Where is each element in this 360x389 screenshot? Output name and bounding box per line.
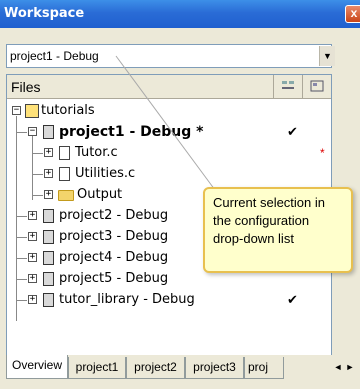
expand-icon[interactable]: + [28,232,37,241]
tab-label: project3 [193,360,236,374]
tree-row-workspace[interactable]: − tutorials [7,101,327,121]
build-status-icon [281,81,294,89]
tree-row-tutor-library[interactable]: + tutor_library - Debug ✔ [7,290,327,310]
callout-text: Current selection in the configuration d… [213,195,325,246]
file-icon [59,146,70,160]
project-icon [43,209,54,223]
window-title: Workspace [4,6,85,21]
tree-connector [17,258,27,259]
tree-connector [33,153,43,154]
configuration-dropdown-value: project1 - Debug [10,49,99,63]
tab-scroll-buttons: ◄ ► [332,359,358,377]
tree-connector [17,300,27,301]
window-titlebar: Workspace x [0,0,360,28]
tree-connector [17,279,27,280]
tree-row-label: project2 - Debug [59,208,169,223]
tree-row-project1[interactable]: − project1 - Debug * ✔ [7,122,327,142]
scroll-left-icon[interactable]: ◄ [332,359,344,376]
collapse-icon[interactable]: − [28,127,37,136]
project-icon [43,230,54,244]
tree-row-label: tutor_library - Debug [59,292,195,307]
tab-project4-partial[interactable]: proj [244,357,284,379]
tree-connector [17,132,27,133]
tree-connector [33,195,43,196]
options-icon [310,80,324,92]
close-button[interactable]: x [345,5,360,23]
configuration-dropdown[interactable]: project1 - Debug ▼ [6,44,335,68]
tab-project3[interactable]: project3 [185,357,244,379]
tab-label: project2 [134,360,177,374]
file-icon [59,167,70,181]
tab-label: project1 [75,360,119,374]
callout-tooltip: Current selection in the configuration d… [203,187,353,273]
tree-row-label: tutorials [41,103,95,118]
tab-project1[interactable]: project1 [68,357,126,379]
collapse-icon[interactable]: − [12,106,21,115]
tree-row-label: Utilities.c [75,166,136,181]
tab-label: Overview [11,358,62,372]
files-column-header[interactable]: Files [11,79,41,95]
tab-bar: Overview project1 project2 project3 proj… [0,355,360,389]
tree-connector [33,174,43,175]
dropdown-arrow-button[interactable]: ▼ [319,46,335,66]
tab-overview[interactable]: Overview [6,355,68,379]
tree-row-label: project1 - Debug * [59,124,204,140]
expand-icon[interactable]: + [28,253,37,262]
modified-indicator: * [320,146,325,160]
tree-connector [17,237,27,238]
expand-icon[interactable]: + [44,169,53,178]
tree-row-label: Output [77,187,123,202]
check-icon: ✔ [287,292,298,307]
project-icon [43,272,54,286]
tree-row-label: Tutor.c [75,145,118,160]
tree-row-label: project3 - Debug [59,229,169,244]
active-check-icon: ✔ [287,124,298,139]
project-icon [43,251,54,265]
scroll-right-icon[interactable]: ► [344,359,356,376]
expand-icon[interactable]: + [28,274,37,283]
tree-header: Files [7,75,331,99]
tree-row-utilities-c[interactable]: + Utilities.c [7,164,327,184]
expand-icon[interactable]: + [28,295,37,304]
tree-row-label: project5 - Debug [59,271,169,286]
project-icon [43,293,54,307]
tab-project2[interactable]: project2 [126,357,185,379]
tree-row-label: project4 - Debug [59,250,169,265]
expand-icon[interactable]: + [28,211,37,220]
workspace-icon [25,104,39,118]
project-icon [43,125,54,139]
build-status-column-header[interactable] [273,75,301,98]
tab-label: proj [248,360,269,374]
expand-icon[interactable]: + [44,148,53,157]
folder-icon [58,190,74,201]
chevron-down-icon: ▼ [323,51,332,61]
tree-connector [17,216,27,217]
expand-icon[interactable]: + [44,190,53,199]
close-icon: x [350,6,358,20]
tree-row-tutor-c[interactable]: + Tutor.c * [7,143,327,163]
options-column-header[interactable] [302,75,331,98]
